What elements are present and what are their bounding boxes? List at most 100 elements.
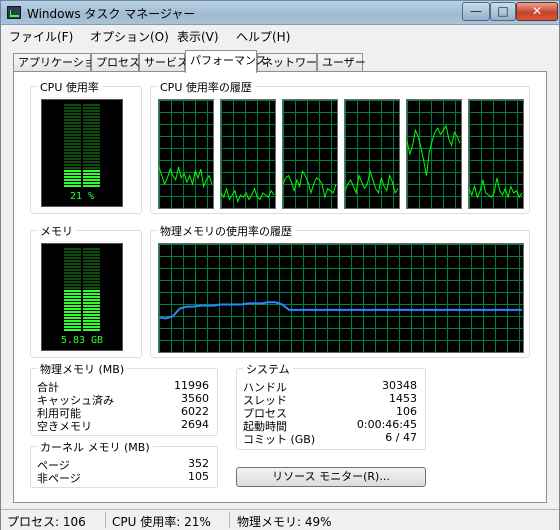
memory-meter-segment: [83, 317, 100, 319]
memory-meter-segment: [64, 266, 81, 268]
cpu-meter-segment: [83, 158, 100, 160]
memory-meter-segment: [83, 260, 100, 262]
memory-meter-segment: [83, 257, 100, 259]
cpu-meter-segment: [83, 128, 100, 130]
memory-meter-segment: [64, 260, 81, 262]
cpu-meter-segment: [64, 185, 81, 187]
status-bar: プロセス: 106 CPU 使用率: 21% 物理メモリ: 49%: [1, 509, 559, 530]
tab-applications[interactable]: アプリケーション: [13, 53, 106, 72]
tab-users[interactable]: ユーザー: [317, 53, 366, 72]
status-cpu: CPU 使用率: 21%: [112, 515, 211, 529]
memory-meter-segment: [83, 251, 100, 253]
cpu-meter-segment: [83, 134, 100, 136]
memory-meter-segment: [64, 329, 81, 331]
cpu-meter-segment: [64, 113, 81, 115]
physical-memory-title: 物理メモリ (MB): [37, 361, 128, 377]
tab-processes[interactable]: プロセス: [91, 53, 140, 72]
memory-meter-segment: [64, 287, 81, 289]
memory-meter-segment: [64, 290, 81, 292]
kernel-memory-group: カーネル メモリ (MB) ページ 352 非ページ 105: [30, 439, 218, 488]
cpu-meter-segment: [83, 173, 100, 175]
cpu-usage-value: 21 %: [69, 191, 95, 202]
cpu-meter-segment: [83, 146, 100, 148]
cpu-meter-segment: [64, 170, 81, 172]
cpu-meter-segment: [83, 179, 100, 181]
memory-meter-segment: [64, 311, 81, 313]
cpu-history-group: CPU 使用率の履歴: [150, 79, 530, 214]
minimize-button[interactable]: —: [462, 2, 490, 21]
physical-memory-available-row: 利用可能 6022: [31, 405, 217, 420]
cpu-meter-segment: [64, 125, 81, 127]
physical-memory-cached-row: キャッシュ済み 3560: [31, 392, 217, 407]
cpu-meter-segment: [83, 149, 100, 151]
menu-help[interactable]: ヘルプ(H): [236, 28, 290, 45]
physical-memory-total-value: 11996: [174, 379, 209, 392]
cpu-meter-segment: [64, 167, 81, 169]
system-commit-value: 6 / 47: [385, 431, 417, 444]
cpu-meter-segment: [64, 131, 81, 133]
status-separator: [229, 512, 230, 528]
cpu-meter-segment: [64, 107, 81, 109]
system-threads-row: スレッド 1453: [237, 392, 425, 407]
tab-services[interactable]: サービス: [139, 53, 188, 72]
kernel-memory-nonpaged-label: 非ページ: [37, 472, 81, 485]
memory-value: 5.83 GB: [60, 335, 104, 346]
system-handles-row: ハンドル 30348: [237, 379, 425, 394]
physical-memory-free-value: 2694: [181, 418, 209, 431]
cpu-core-graph: [468, 99, 524, 209]
cpu-meter-segment: [64, 164, 81, 166]
resource-monitor-button[interactable]: リソース モニター(R)...: [236, 467, 426, 487]
cpu-meter-segment: [64, 134, 81, 136]
cpu-meter-segment: [83, 176, 100, 178]
physical-memory-free-row: 空きメモリ 2694: [31, 418, 217, 433]
system-processes-value: 106: [396, 405, 417, 418]
cpu-core-graph: [282, 99, 338, 209]
system-processes-row: プロセス 106: [237, 405, 425, 420]
cpu-history-title: CPU 使用率の履歴: [157, 79, 255, 95]
memory-meter-segment: [83, 329, 100, 331]
task-manager-app-icon: [7, 6, 21, 19]
cpu-meter-segment: [83, 131, 100, 133]
memory-meter-segment: [83, 299, 100, 301]
cpu-meter-segment: [83, 116, 100, 118]
cpu-meter-segment: [83, 137, 100, 139]
memory-history-group: 物理メモリの使用率の履歴: [150, 223, 530, 358]
tab-performance[interactable]: パフォーマンス: [185, 50, 267, 73]
memory-meter-segment: [83, 293, 100, 295]
memory-meter-segment: [64, 323, 81, 325]
cpu-meter-segment: [83, 164, 100, 166]
memory-meter-segment: [64, 317, 81, 319]
memory-meter-segment: [83, 320, 100, 322]
memory-meter-segment: [64, 305, 81, 307]
memory-meter: 5.83 GB: [41, 243, 123, 351]
menu-options[interactable]: オプション(O): [90, 28, 169, 45]
title-bar[interactable]: Windows タスク マネージャー — □ ✕: [1, 1, 559, 25]
cpu-meter-segment: [64, 182, 81, 184]
cpu-meter-segment: [83, 107, 100, 109]
memory-meter-segment: [83, 284, 100, 286]
cpu-meter-segment: [64, 146, 81, 148]
cpu-meter-segment: [83, 104, 100, 106]
cpu-core-graph: [158, 99, 214, 209]
close-button[interactable]: ✕: [516, 2, 558, 21]
system-threads-value: 1453: [389, 392, 417, 405]
memory-meter-segment: [64, 269, 81, 271]
memory-meter-segment: [83, 296, 100, 298]
cpu-meter-segment: [83, 143, 100, 145]
menu-view[interactable]: 表示(V): [177, 28, 219, 45]
cpu-meter-segment: [64, 128, 81, 130]
memory-meter-segment: [64, 275, 81, 277]
memory-meter-segment: [64, 308, 81, 310]
memory-meter-segment: [64, 284, 81, 286]
memory-meter-segment: [83, 266, 100, 268]
cpu-core-graph: [344, 99, 400, 209]
cpu-usage-group: CPU 使用率 21 %: [30, 79, 142, 214]
menu-file[interactable]: ファイル(F): [9, 28, 73, 45]
maximize-button[interactable]: □: [490, 2, 516, 21]
memory-meter-segment: [83, 254, 100, 256]
memory-meter-segment: [64, 248, 81, 250]
cpu-meter-segment: [64, 140, 81, 142]
cpu-core-line: [159, 166, 213, 189]
cpu-core-graph: [220, 99, 276, 209]
memory-meter-segment: [64, 296, 81, 298]
